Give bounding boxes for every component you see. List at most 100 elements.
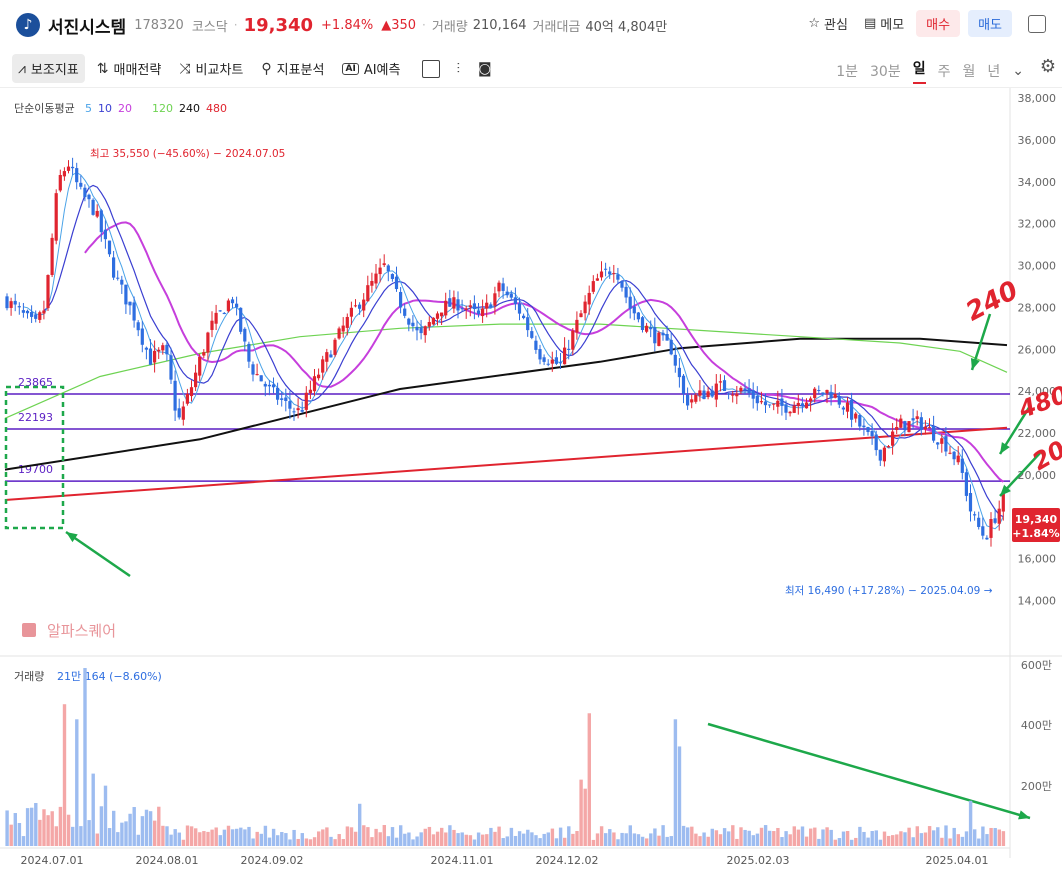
volume-bar: [189, 826, 194, 846]
candle-body: [661, 332, 665, 336]
candle-body: [83, 187, 87, 198]
strategy-button[interactable]: ⇅ 매매전략: [91, 54, 168, 83]
volume-bar: [845, 831, 850, 846]
candle-body: [5, 296, 9, 309]
chevron-down-icon[interactable]: ⌄: [1012, 63, 1024, 79]
volume-bar: [599, 826, 604, 846]
volume-bar: [923, 832, 928, 846]
candle-body: [489, 304, 493, 308]
volume-bar: [493, 831, 497, 846]
volume-bar: [169, 834, 173, 846]
volume-bar: [58, 806, 63, 846]
volume-bar: [706, 836, 710, 846]
candle-body: [755, 395, 759, 404]
ma-title: 단순이동평균: [14, 102, 75, 115]
screenshot-button[interactable]: ◙: [472, 56, 498, 82]
volume-bar: [337, 834, 341, 846]
volume-bar: [91, 773, 95, 846]
period-tab[interactable]: 주: [938, 61, 951, 81]
compare-button[interactable]: ⤨ 비교차트: [173, 54, 249, 83]
candle-body: [271, 384, 276, 388]
memo-button[interactable]: ▤ 메모: [860, 11, 908, 36]
candle-body: [866, 426, 870, 433]
candle-body: [107, 240, 112, 255]
buy-button[interactable]: 매수: [916, 10, 961, 37]
volume-bar: [837, 838, 842, 846]
price-tick-label: 30,000: [1018, 260, 1057, 273]
candle-body: [829, 392, 833, 399]
stock-name: 서진시스템: [48, 17, 127, 38]
candle-body: [148, 348, 153, 365]
volume-value: 21만 164 (−8.60%): [57, 670, 162, 683]
candle-body: [923, 426, 927, 430]
ma-period-label: 10: [98, 102, 112, 115]
candle-type-button[interactable]: ⫶: [450, 56, 466, 82]
candle-body: [263, 383, 267, 387]
ma5-line: [23, 172, 1004, 530]
volume-bar: [292, 829, 296, 846]
volume-bar: [780, 837, 784, 846]
analysis-button[interactable]: ⚲ 지표분석: [255, 54, 330, 83]
volume-bar: [669, 836, 673, 846]
candle-body: [161, 345, 165, 351]
volume-bar: [821, 829, 825, 846]
period-tab[interactable]: 년: [987, 61, 1000, 81]
change-percent: +1.84%: [321, 17, 374, 33]
candle-body: [403, 308, 407, 316]
period-tab[interactable]: 월: [962, 61, 975, 81]
volume-bar: [727, 831, 731, 846]
volume-bar: [677, 746, 682, 846]
price-chart[interactable]: 38,000 36,000 34,000 32,000 30,000 28,000 26,0…: [0, 88, 1062, 879]
ai-predict-button[interactable]: AI AI예측: [336, 54, 406, 83]
volume-bar: [202, 831, 206, 846]
candle-body: [71, 166, 75, 169]
candle-body: [91, 199, 95, 215]
volume-bar: [993, 828, 997, 846]
candle-body: [157, 349, 161, 352]
candle-body: [382, 263, 386, 266]
candle-body: [763, 401, 768, 406]
candle-body: [214, 312, 218, 324]
annotation-arrow-head: [66, 532, 78, 543]
candle-body: [669, 339, 673, 355]
candle-body: [50, 237, 54, 275]
candle-body: [124, 284, 128, 305]
candle-body: [62, 171, 66, 177]
candle-body: [645, 325, 649, 332]
sell-button[interactable]: 매도: [968, 10, 1012, 37]
volume-bar: [95, 833, 99, 846]
analysis-label: 지표분석: [276, 63, 325, 78]
volume-bar: [608, 829, 612, 846]
candle-body: [735, 393, 739, 397]
volume-bar: [649, 833, 653, 846]
candle-body: [280, 398, 284, 400]
volume-bar: [157, 806, 161, 846]
candle-body: [567, 348, 571, 350]
layout-toggle-icon[interactable]: [1028, 14, 1046, 33]
volume-bar: [558, 827, 563, 846]
volume-bar: [394, 837, 399, 846]
period-tab[interactable]: 1분: [836, 61, 858, 81]
candle-body: [722, 380, 727, 391]
volume-bar: [702, 832, 706, 846]
volume-bar: [382, 825, 386, 846]
candle-body: [378, 267, 382, 275]
volume-bar: [616, 839, 620, 846]
candle-body: [595, 278, 599, 281]
ma-period-label: 120: [152, 102, 173, 115]
volume-bar: [255, 831, 259, 846]
volume-bar: [366, 827, 370, 846]
period-tab[interactable]: 일: [912, 58, 926, 84]
candle-body: [464, 308, 468, 310]
indicator-button[interactable]: ⩘ 보조지표: [12, 54, 85, 83]
volume-bar: [419, 832, 423, 846]
volume-bar: [321, 829, 325, 846]
trade-amount-value: 40억 4,804만: [585, 19, 668, 35]
volume-bar: [390, 827, 395, 846]
gear-icon[interactable]: ⚙: [1040, 56, 1056, 77]
watch-button[interactable]: ☆ 관심: [804, 11, 852, 36]
volume-bar: [161, 825, 165, 846]
checkbox-icon[interactable]: [422, 59, 441, 78]
period-tab[interactable]: 30분: [870, 61, 901, 81]
candle-body: [444, 300, 448, 316]
